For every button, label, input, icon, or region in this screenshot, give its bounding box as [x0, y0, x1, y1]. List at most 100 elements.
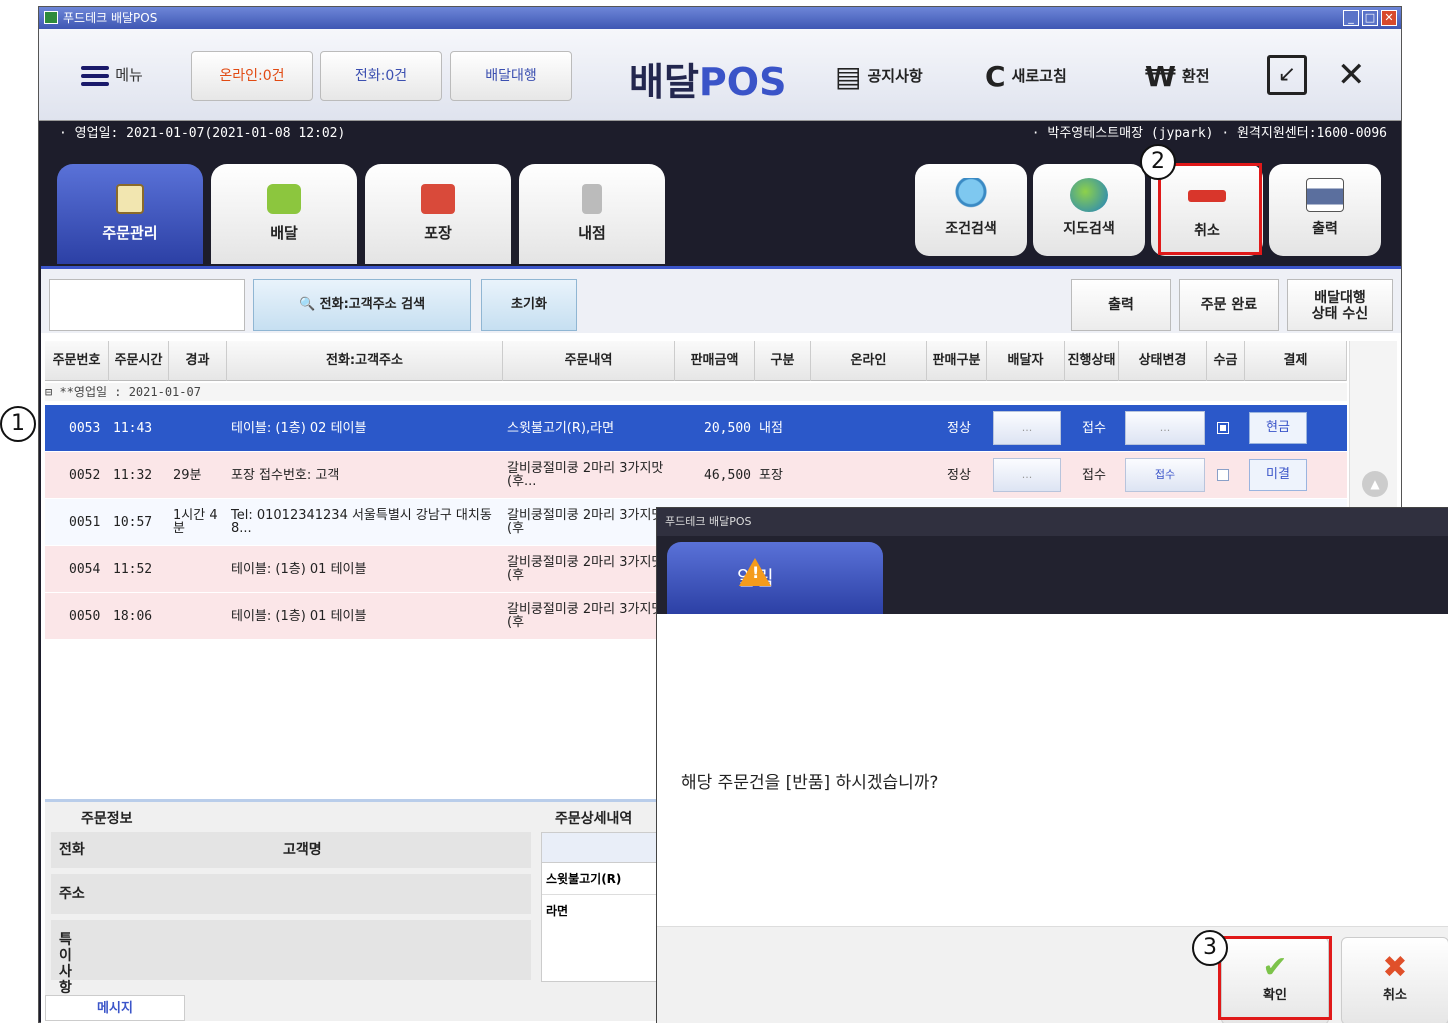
- agent-status-button[interactable]: 배달대행 상태 수신: [1287, 279, 1393, 331]
- cell-elapsed: 1시간 4분: [173, 508, 218, 536]
- detail-item[interactable]: 스윗불고기(R): [542, 863, 670, 895]
- payment-button[interactable]: 현금: [1249, 412, 1307, 444]
- order-complete-button[interactable]: 주문 완료: [1179, 279, 1279, 331]
- exchange-button[interactable]: ₩ 환전: [1145, 55, 1210, 97]
- dialog-cancel-button[interactable]: ✖ 취소: [1341, 937, 1448, 1023]
- cell-elapsed: [169, 405, 227, 451]
- cell-items: 갈비쿵절미쿵 2마리 3가지맛(후...: [507, 461, 664, 489]
- brand-logo: 배달POS: [629, 51, 786, 106]
- col-order-time[interactable]: 주문시간: [109, 341, 169, 381]
- cell-elapsed: 29분: [173, 467, 202, 483]
- maximize-button[interactable]: □: [1362, 10, 1378, 26]
- address-search-button[interactable]: 🔍 전화:고객주소 검색: [253, 279, 471, 331]
- col-progress[interactable]: 진행상태: [1065, 341, 1119, 381]
- table-row[interactable]: 0053 11:43 테이블: (1층) 02 테이블 스윗불고기(R),라면 …: [45, 405, 1347, 451]
- minimize-app-button[interactable]: ↙: [1267, 55, 1307, 95]
- tool-label: 지도검색: [1063, 221, 1115, 237]
- col-payment[interactable]: 결제: [1245, 341, 1347, 381]
- col-address[interactable]: 전화:고객주소: [227, 341, 503, 381]
- col-online[interactable]: 온라인: [811, 341, 927, 381]
- hamburger-icon: [81, 62, 110, 90]
- dialog-message: 해당 주문건을 [반품] 하시겠습니까?: [681, 773, 939, 793]
- col-order-no[interactable]: 주문번호: [45, 341, 109, 381]
- collected-checkbox[interactable]: [1217, 469, 1229, 481]
- cell-order-no: 0050: [69, 608, 101, 624]
- payment-button[interactable]: 미결: [1249, 459, 1307, 491]
- notice-button[interactable]: ▤ 공지사항: [835, 55, 923, 97]
- cell-address: 포장 접수번호: 고객: [231, 467, 340, 483]
- tab-label: 내점: [578, 224, 606, 242]
- dialog-tab: ! 알림: [667, 542, 883, 614]
- tool-label: 조건검색: [945, 221, 997, 237]
- detail-item[interactable]: 라면: [542, 895, 670, 927]
- rider-button[interactable]: ...: [993, 411, 1061, 445]
- col-amount[interactable]: 판매금액: [675, 341, 755, 381]
- grid-header: 주문번호 주문시간 경과 전화:고객주소 주문내역 판매금액 구분 온라인 판매…: [45, 341, 1347, 381]
- condition-search-button[interactable]: 조건검색: [915, 164, 1027, 256]
- status-change-button[interactable]: 접수: [1125, 458, 1205, 492]
- print-tool-button[interactable]: 출력: [1269, 164, 1381, 256]
- collected-checkbox[interactable]: [1217, 422, 1229, 434]
- col-sale-type[interactable]: 판매구분: [927, 341, 987, 381]
- tab-delivery[interactable]: 배달: [211, 164, 357, 264]
- message-tab[interactable]: 메시지: [45, 995, 185, 1021]
- scroll-up-icon[interactable]: ▲: [1362, 471, 1388, 497]
- store-info: · 박주영테스트매장 (jypark) · 원격지원센터:1600-0096: [1031, 126, 1387, 141]
- warning-icon: !: [739, 558, 771, 586]
- col-rider[interactable]: 배달자: [987, 341, 1065, 381]
- tab-dine-in[interactable]: 내점: [519, 164, 665, 264]
- truck-icon: [267, 184, 301, 214]
- cell-order-time: 11:52: [113, 561, 153, 577]
- reset-button[interactable]: 초기화: [481, 279, 577, 331]
- detail-header: [542, 833, 670, 863]
- group-row-business-day[interactable]: ⊟ **영업일 : 2021-01-07: [45, 383, 1347, 401]
- exchange-label: 환전: [1181, 67, 1210, 85]
- cell-elapsed: [169, 546, 227, 592]
- table-row[interactable]: 0052 11:32 29분 포장 접수번호: 고객 갈비쿵절미쿵 2마리 3가…: [45, 452, 1347, 498]
- tab-label: 포장: [424, 224, 452, 242]
- top-toolbar: 메뉴 온라인:0건 전화:0건 배달대행 배달POS ▤ 공지사항 C 새로고침 ₩…: [39, 29, 1401, 121]
- detail-list: 스윗불고기(R) 라면: [541, 832, 671, 982]
- brand-prefix: 배달: [629, 60, 699, 104]
- notice-icon: ▤: [835, 59, 862, 93]
- cell-address: 테이블: (1층) 01 테이블: [231, 561, 367, 577]
- delivery-agent-button[interactable]: 배달대행: [450, 51, 572, 101]
- status-change-button[interactable]: ...: [1125, 411, 1205, 445]
- map-search-button[interactable]: 지도검색: [1033, 164, 1145, 256]
- rider-button[interactable]: ...: [993, 458, 1061, 492]
- menu-label: 메뉴: [115, 66, 143, 84]
- col-status-change[interactable]: 상태변경: [1119, 341, 1207, 381]
- tab-order-management[interactable]: 주문관리: [57, 164, 203, 264]
- exit-button[interactable]: ✕: [1337, 55, 1366, 95]
- step-2-marker: 2: [1140, 144, 1176, 180]
- cell-type: 내점: [759, 420, 783, 436]
- cell-order-time: 10:57: [113, 514, 153, 530]
- step-2-highlight: [1158, 163, 1262, 255]
- dialog-header: ! 알림: [657, 536, 1448, 614]
- tab-label: 주문관리: [102, 224, 158, 242]
- col-elapsed[interactable]: 경과: [169, 341, 227, 381]
- tab-takeout[interactable]: 포장: [365, 164, 511, 264]
- col-collected[interactable]: 수금: [1207, 341, 1245, 381]
- cell-order-no: 0053: [69, 420, 101, 436]
- cell-online: [811, 452, 927, 498]
- phone-orders-button[interactable]: 전화:0건: [320, 51, 442, 101]
- tab-label: 배달: [270, 224, 298, 242]
- step-1-marker: 1: [0, 406, 36, 442]
- col-type[interactable]: 구분: [755, 341, 811, 381]
- online-orders-button[interactable]: 온라인:0건: [191, 51, 313, 101]
- magnifier-icon: [952, 178, 990, 212]
- col-items[interactable]: 주문내역: [503, 341, 675, 381]
- minimize-button[interactable]: _: [1343, 10, 1359, 26]
- cell-address: 테이블: (1층) 02 테이블: [231, 420, 367, 436]
- menu-button[interactable]: 메뉴: [47, 51, 177, 101]
- address-search-label: 전화:고객주소 검색: [319, 297, 426, 312]
- cell-order-time: 18:06: [113, 608, 153, 624]
- tool-label: 출력: [1312, 221, 1338, 237]
- cell-address: 테이블: (1층) 01 테이블: [231, 608, 367, 624]
- refresh-button[interactable]: C 새로고침: [985, 55, 1067, 97]
- close-window-button[interactable]: ✕: [1381, 10, 1397, 26]
- print-button[interactable]: 출력: [1071, 279, 1171, 331]
- brand-suffix: POS: [698, 60, 787, 104]
- search-input[interactable]: [49, 279, 245, 331]
